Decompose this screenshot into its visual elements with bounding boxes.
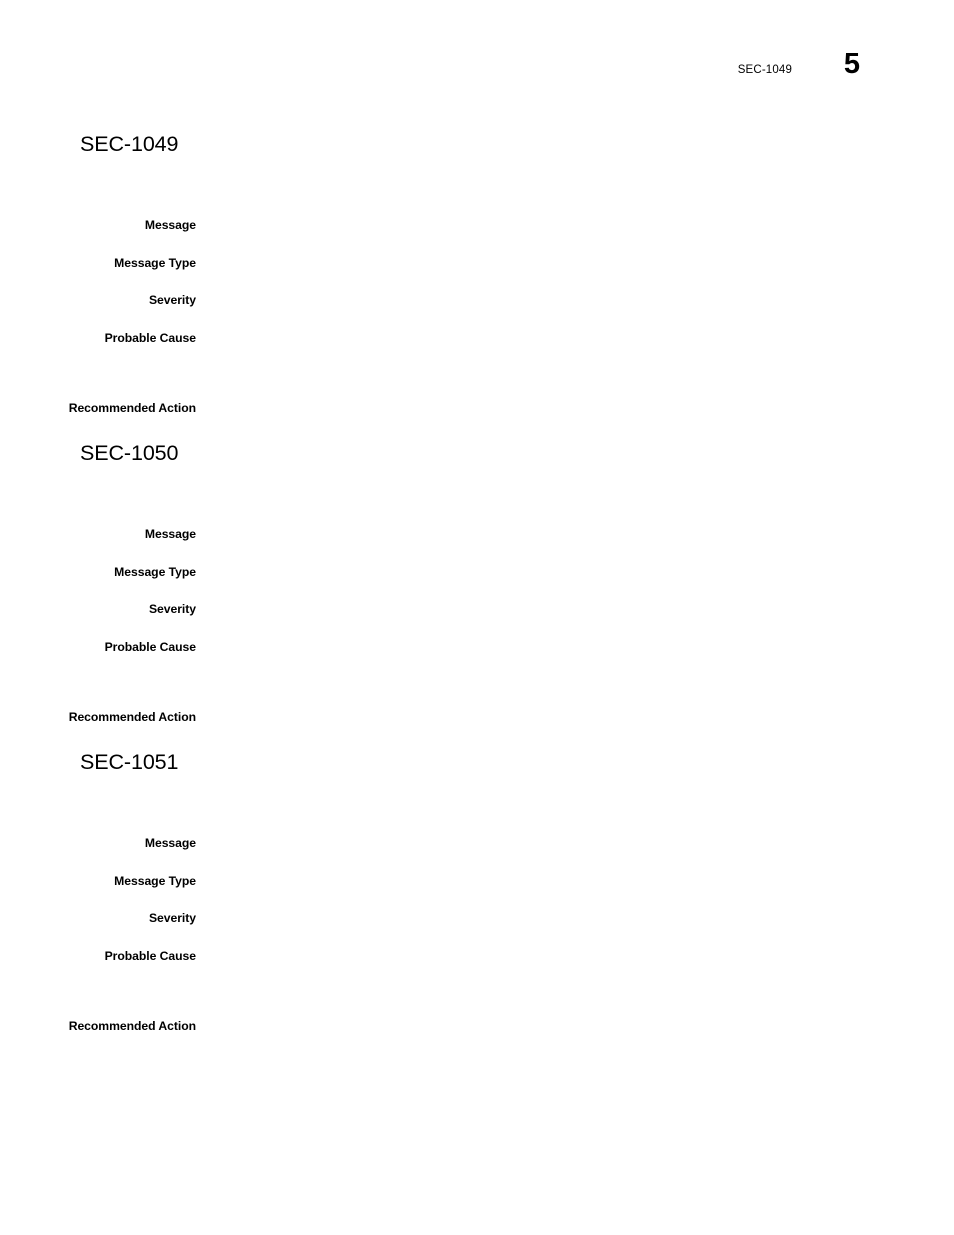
field-value: [214, 834, 894, 853]
field-label: Recommended Action: [68, 710, 196, 724]
field-label: Severity: [148, 911, 196, 925]
field-label: Message Type: [114, 256, 196, 270]
field-value: [214, 638, 894, 657]
page-number: 5: [843, 48, 860, 80]
field-value: [214, 563, 894, 582]
field-value: [214, 399, 894, 418]
field-label: Probable Cause: [104, 949, 196, 963]
field-label: Severity: [148, 293, 196, 307]
field-label: Message Type: [114, 874, 196, 888]
header-document-id: SEC-1049: [737, 64, 792, 76]
field-value: [214, 329, 894, 348]
field-value: [214, 947, 894, 966]
field-value: [214, 216, 894, 235]
field-label: Severity: [148, 602, 196, 616]
field-label: Probable Cause: [104, 640, 196, 654]
field-value: [214, 708, 894, 727]
field-value: [214, 525, 894, 544]
field-value: [214, 909, 894, 928]
section-heading: SEC-1050: [80, 441, 179, 465]
field-label: Message: [144, 218, 196, 232]
document-page: SEC-1049 5 SEC-1049 Message Message Type Se…: [0, 0, 954, 1235]
field-value: [214, 600, 894, 619]
field-label: Recommended Action: [68, 401, 196, 415]
field-value: [214, 872, 894, 891]
field-value: [214, 1017, 894, 1036]
field-label: Recommended Action: [68, 1019, 196, 1033]
page-header: SEC-1049 5: [0, 50, 954, 99]
field-value: [214, 291, 894, 310]
section-heading: SEC-1051: [80, 750, 179, 774]
section-heading: SEC-1049: [80, 132, 179, 156]
field-value: [214, 254, 894, 273]
field-label: Message: [144, 527, 196, 541]
field-label: Probable Cause: [104, 331, 196, 345]
field-label: Message: [144, 836, 196, 850]
field-label: Message Type: [114, 565, 196, 579]
